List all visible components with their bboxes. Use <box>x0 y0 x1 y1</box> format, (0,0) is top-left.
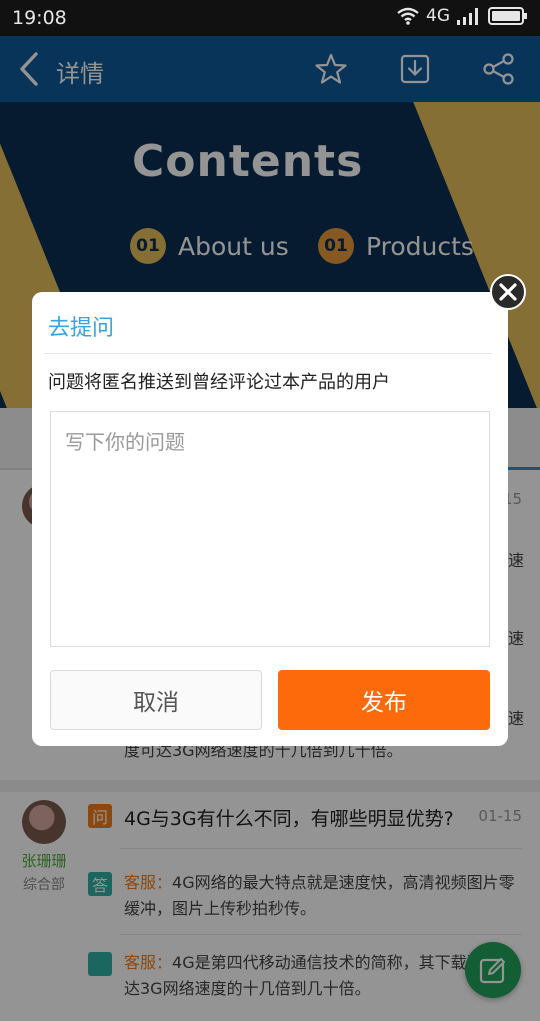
status-time: 19:08 <box>12 7 67 29</box>
question-input[interactable] <box>50 411 490 647</box>
publish-button[interactable]: 发布 <box>278 670 490 730</box>
dialog-title: 去提问 <box>48 316 115 341</box>
close-dialog-button[interactable] <box>490 274 526 310</box>
close-icon <box>499 283 517 301</box>
status-bar: 19:08 4G <box>0 0 540 36</box>
battery-icon <box>488 7 527 25</box>
network-type: 4G <box>426 6 450 26</box>
cancel-button[interactable]: 取消 <box>50 670 262 730</box>
signal-icon <box>457 8 478 25</box>
dialog-subtitle: 问题将匿名推送到曾经评论过本产品的用户 <box>48 372 390 393</box>
ask-question-dialog: 去提问 问题将匿名推送到曾经评论过本产品的用户 取消 发布 <box>32 292 508 746</box>
wifi-icon <box>397 7 419 25</box>
divider <box>44 353 492 354</box>
